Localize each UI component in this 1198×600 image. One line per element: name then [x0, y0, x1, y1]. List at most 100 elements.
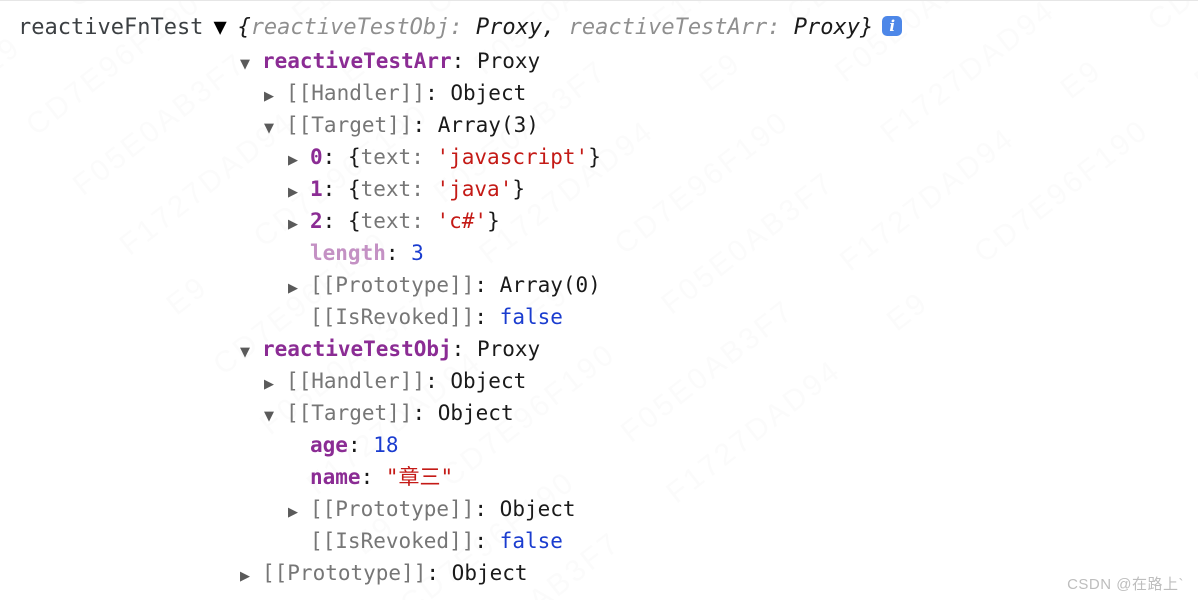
- variable-name: reactiveFnTest: [18, 15, 204, 40]
- property-key: age: [310, 433, 348, 457]
- disclosure-triangle-open-icon[interactable]: [264, 113, 286, 145]
- property-value: false: [499, 529, 563, 553]
- disclosure-triangle-closed-icon[interactable]: [288, 177, 310, 209]
- property-value: Proxy: [476, 337, 541, 361]
- property-separator: :: [474, 497, 500, 521]
- disclosure-triangle-closed-icon[interactable]: [240, 561, 262, 593]
- property-separator: :: [347, 433, 374, 457]
- property-value: Array(0): [499, 273, 601, 297]
- disclosure-triangle-open-icon[interactable]: [240, 49, 262, 81]
- property-separator: :: [385, 241, 412, 265]
- property-separator: :: [451, 49, 477, 73]
- preview-value: Proxy: [793, 15, 861, 40]
- property-value-part: }: [487, 209, 500, 233]
- property-value-part: {: [347, 177, 361, 201]
- preview-entry-separator: ,: [542, 15, 569, 40]
- property-value: Object: [450, 369, 527, 393]
- property-separator: :: [474, 305, 500, 329]
- preview-close-brace: }: [860, 15, 874, 40]
- property-row[interactable]: [[Target]]: Object: [0, 397, 1198, 429]
- property-value: Array(3): [437, 113, 539, 137]
- disclosure-triangle-closed-icon[interactable]: [288, 209, 310, 241]
- property-value: Object: [451, 561, 528, 585]
- property-row[interactable]: [[Prototype]]: Object: [0, 493, 1198, 525]
- devtools-console-panel: reactiveFnTest {reactiveTestObj: Proxy, …: [0, 0, 1198, 600]
- disclosure-triangle-closed-icon[interactable]: [288, 145, 310, 177]
- disclosure-triangle-closed-icon[interactable]: [288, 273, 310, 305]
- property-value-part: {: [347, 209, 361, 233]
- property-row[interactable]: age: 18: [0, 429, 1198, 461]
- disclosure-triangle-closed-icon[interactable]: [288, 497, 310, 529]
- property-value: 18: [373, 433, 399, 457]
- property-value-part: :: [411, 177, 437, 201]
- info-icon[interactable]: i: [882, 16, 903, 36]
- property-row[interactable]: reactiveTestArr: Proxy: [0, 45, 1198, 77]
- property-separator: :: [412, 401, 438, 425]
- disclosure-triangle-open-icon[interactable]: [240, 337, 262, 369]
- property-row[interactable]: [[IsRevoked]]: false: [0, 525, 1198, 557]
- property-value: Proxy: [476, 49, 541, 73]
- property-row[interactable]: [[Handler]]: Object: [0, 365, 1198, 397]
- disclosure-triangle-open-icon[interactable]: [264, 401, 286, 433]
- property-value: Object: [499, 497, 576, 521]
- property-separator: :: [322, 177, 348, 201]
- property-separator: :: [474, 529, 500, 553]
- property-key: [[Prototype]]: [262, 561, 427, 585]
- property-separator: :: [451, 337, 477, 361]
- property-row[interactable]: 1: {text: 'java'}: [0, 173, 1198, 205]
- property-value: "章三": [385, 465, 454, 489]
- property-row[interactable]: length: 3: [0, 237, 1198, 269]
- property-key: [[Prototype]]: [310, 273, 475, 297]
- disclosure-triangle-closed-icon[interactable]: [264, 81, 286, 113]
- property-row[interactable]: 2: {text: 'c#'}: [0, 205, 1198, 237]
- property-row[interactable]: [[Target]]: Array(3): [0, 109, 1198, 141]
- property-row[interactable]: [[Handler]]: Object: [0, 77, 1198, 109]
- property-key: length: [310, 241, 386, 265]
- property-row[interactable]: [[Prototype]]: Object: [0, 557, 1198, 589]
- property-separator: :: [322, 145, 348, 169]
- property-row[interactable]: name: "章三": [0, 461, 1198, 493]
- property-separator: :: [425, 369, 451, 393]
- property-value-part: {: [347, 145, 361, 169]
- property-value-part: text: [360, 145, 412, 169]
- csdn-watermark-credit: CSDN @在路上`: [1067, 576, 1184, 593]
- property-row[interactable]: [[IsRevoked]]: false: [0, 301, 1198, 333]
- property-value: false: [499, 305, 563, 329]
- property-key: [[IsRevoked]]: [310, 305, 475, 329]
- console-message: reactiveFnTest {reactiveTestObj: Proxy, …: [0, 1, 1198, 589]
- preview-open-brace: {: [237, 15, 251, 40]
- preview-value: Proxy: [475, 15, 543, 40]
- preview-key: reactiveTestArr: [568, 15, 768, 40]
- property-value: Object: [450, 81, 527, 105]
- property-key: name: [310, 465, 361, 489]
- property-separator: :: [360, 465, 386, 489]
- property-row[interactable]: [[Prototype]]: Array(0): [0, 269, 1198, 301]
- root-disclosure-triangle-icon[interactable]: [213, 11, 237, 45]
- property-key: [[IsRevoked]]: [310, 529, 475, 553]
- property-value-part: }: [588, 145, 601, 169]
- property-key: reactiveTestObj: [262, 337, 452, 361]
- property-row[interactable]: reactiveTestObj: Proxy: [0, 333, 1198, 365]
- preview-key: reactiveTestObj: [250, 15, 450, 40]
- property-value: 3: [411, 241, 424, 265]
- preview-separator: :: [767, 15, 794, 40]
- property-row[interactable]: 0: {text: 'javascript'}: [0, 141, 1198, 173]
- property-value-part: :: [411, 209, 437, 233]
- property-key: [[Target]]: [286, 401, 413, 425]
- property-key: [[Handler]]: [286, 369, 426, 393]
- property-key: reactiveTestArr: [262, 49, 452, 73]
- property-separator: :: [426, 561, 452, 585]
- object-property-tree: reactiveTestArr: Proxy[[Handler]]: Objec…: [0, 45, 1198, 589]
- property-value-part: text: [360, 209, 412, 233]
- property-value-part: text: [360, 177, 412, 201]
- property-key: [[Handler]]: [286, 81, 426, 105]
- property-key: [[Prototype]]: [310, 497, 475, 521]
- property-key: [[Target]]: [286, 113, 413, 137]
- disclosure-triangle-closed-icon[interactable]: [264, 369, 286, 401]
- property-separator: :: [474, 273, 500, 297]
- console-header-row: reactiveFnTest {reactiveTestObj: Proxy, …: [0, 11, 1198, 45]
- property-key: 1: [310, 177, 323, 201]
- object-preview: {reactiveTestObj: Proxy, reactiveTestArr…: [237, 11, 873, 45]
